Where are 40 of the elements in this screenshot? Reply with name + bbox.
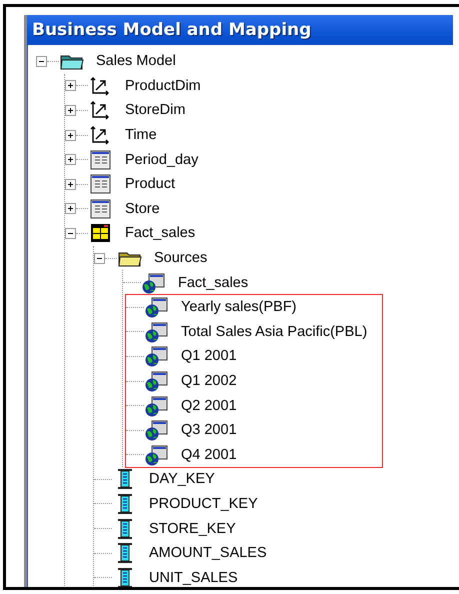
tree-item[interactable]: PRODUCT_KEY	[148, 496, 259, 512]
tree-item[interactable]: Store	[124, 200, 161, 217]
expand-icon[interactable]	[65, 104, 76, 116]
tree-item[interactable]: ProductDim	[124, 78, 202, 94]
tree-item[interactable]: Fact_sales	[177, 274, 250, 291]
tree-item[interactable]: Time	[124, 127, 158, 144]
tree-item[interactable]: Product	[124, 176, 176, 192]
expand-icon[interactable]	[65, 154, 76, 166]
globe-window-icon	[144, 419, 170, 442]
tree-item[interactable]: Fact_sales	[124, 225, 196, 242]
expand-icon[interactable]	[65, 80, 76, 92]
tree-item[interactable]: AMOUNT_SALES	[148, 545, 268, 562]
globe-window-icon	[144, 296, 170, 318]
globe-window-icon	[144, 370, 170, 392]
tree-item[interactable]: Q1 2001	[180, 348, 238, 364]
tree-item[interactable]: Period_day	[124, 152, 200, 168]
tree-item[interactable]: Yearly sales(PBF)	[180, 299, 298, 316]
tree-item[interactable]: DAY_KEY	[148, 471, 216, 488]
tree-item[interactable]: Q4 2001	[180, 446, 238, 463]
tree-item[interactable]: Q3 2001	[180, 422, 238, 438]
panel-title: Business Model and Mapping	[27, 15, 453, 45]
tree-item[interactable]: Sales Model	[95, 53, 177, 70]
globe-window-icon	[141, 272, 167, 294]
collapse-icon[interactable]	[65, 228, 76, 239]
collapse-icon[interactable]	[94, 252, 105, 264]
tree-item[interactable]: Sources	[153, 250, 208, 266]
tree-item[interactable]: Q1 2002	[180, 373, 238, 390]
tree-item[interactable]: StoreDim	[124, 102, 186, 118]
collapse-icon[interactable]	[36, 56, 47, 67]
tree-item[interactable]: STORE_KEY	[148, 520, 237, 537]
expand-icon[interactable]	[65, 130, 76, 141]
globe-window-icon	[144, 444, 170, 466]
globe-window-icon	[144, 320, 170, 343]
expand-icon[interactable]	[65, 203, 76, 214]
globe-window-icon	[144, 394, 170, 417]
tree-item[interactable]: Total Sales Asia Pacific(PBL)	[180, 324, 368, 340]
globe-window-icon	[144, 345, 170, 368]
expand-icon[interactable]	[65, 178, 76, 190]
tree-item[interactable]: Q2 2001	[180, 398, 238, 414]
tree-item[interactable]: UNIT_SALES	[148, 570, 239, 586]
